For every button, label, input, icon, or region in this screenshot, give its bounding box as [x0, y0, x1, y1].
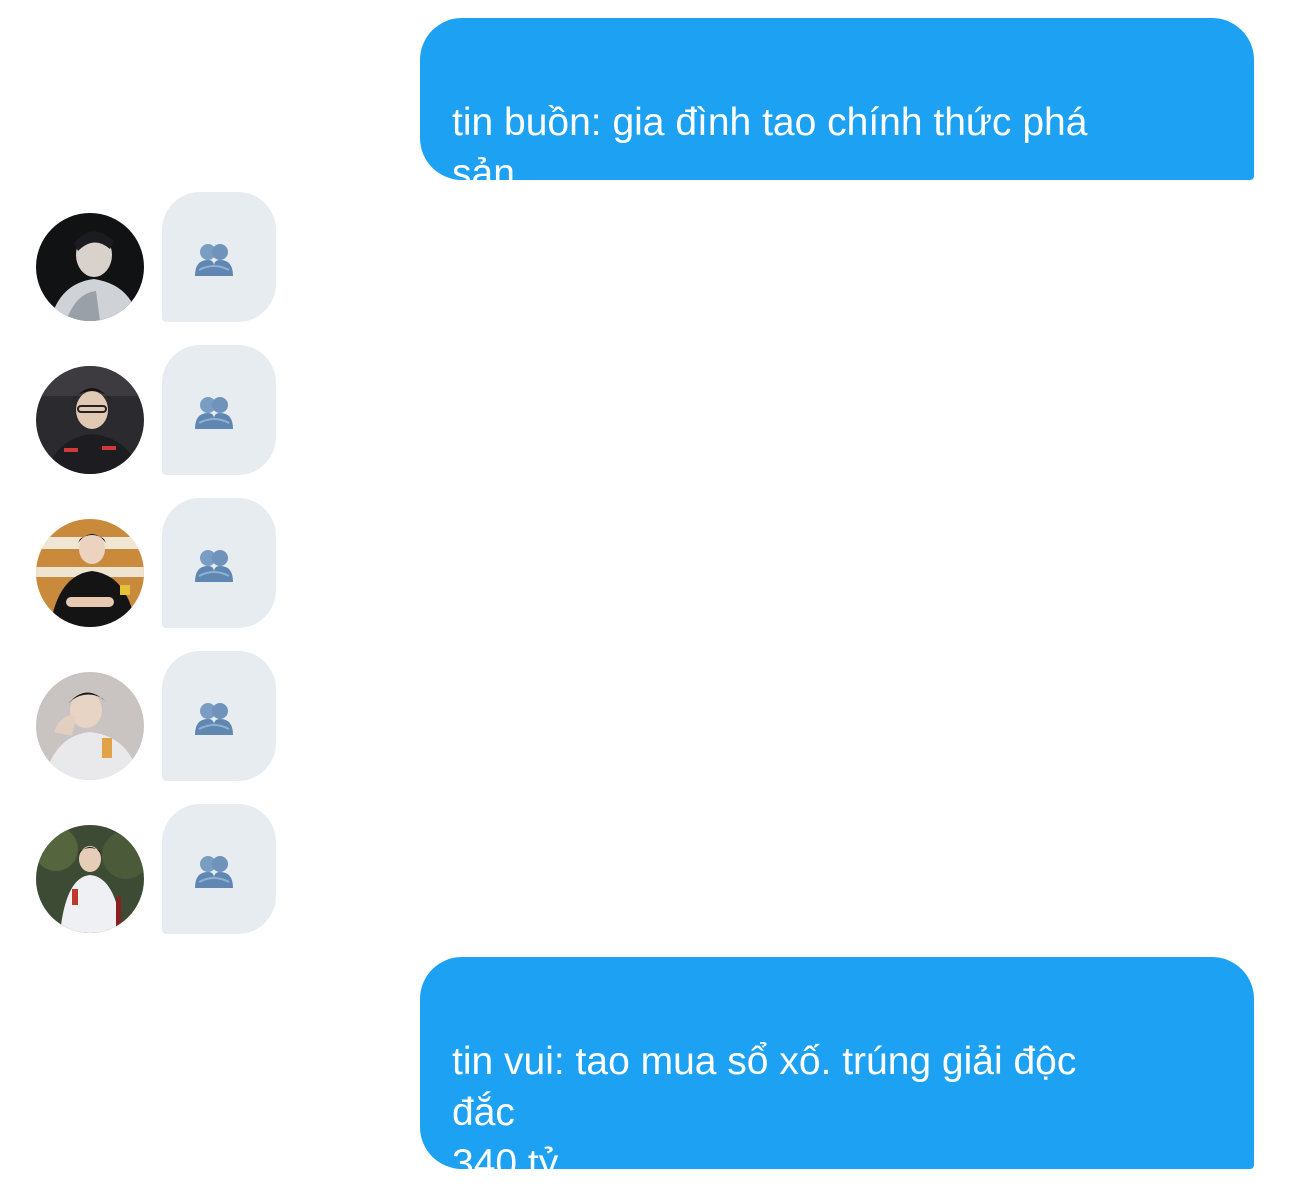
avatar-image [36, 519, 144, 627]
reply-row [36, 192, 296, 322]
avatar-image [36, 825, 144, 933]
avatar-image [36, 672, 144, 780]
avatar-image [36, 213, 144, 321]
avatar-image [36, 366, 144, 474]
outgoing-message-bubble[interactable]: tin buồn: gia đình tao chính thức phá sả… [420, 18, 1254, 195]
message-text: tin buồn: gia đình tao chính thức phá sả… [452, 101, 1088, 195]
hug-sticker-icon [195, 244, 233, 276]
hug-sticker-icon [195, 703, 233, 735]
reply-row [36, 498, 296, 628]
sticker-message-bubble[interactable] [162, 804, 276, 934]
avatar[interactable] [36, 366, 144, 474]
avatar[interactable] [36, 519, 144, 627]
reply-row [36, 345, 296, 475]
hug-sticker-icon [195, 550, 233, 582]
outgoing-message-bubble[interactable]: tin vui: tao mua sổ xố. trúng giải độc đ… [420, 957, 1254, 1185]
avatar[interactable] [36, 213, 144, 321]
sticker-message-bubble[interactable] [162, 651, 276, 781]
avatar[interactable] [36, 825, 144, 933]
message-text: tin vui: tao mua sổ xố. trúng giải độc đ… [452, 1040, 1077, 1185]
hug-sticker-icon [195, 856, 233, 888]
reply-row [36, 651, 296, 781]
sticker-message-bubble[interactable] [162, 345, 276, 475]
sticker-message-bubble[interactable] [162, 498, 276, 628]
hug-sticker-icon [195, 397, 233, 429]
sticker-message-bubble[interactable] [162, 192, 276, 322]
reply-row [36, 804, 296, 934]
avatar[interactable] [36, 672, 144, 780]
